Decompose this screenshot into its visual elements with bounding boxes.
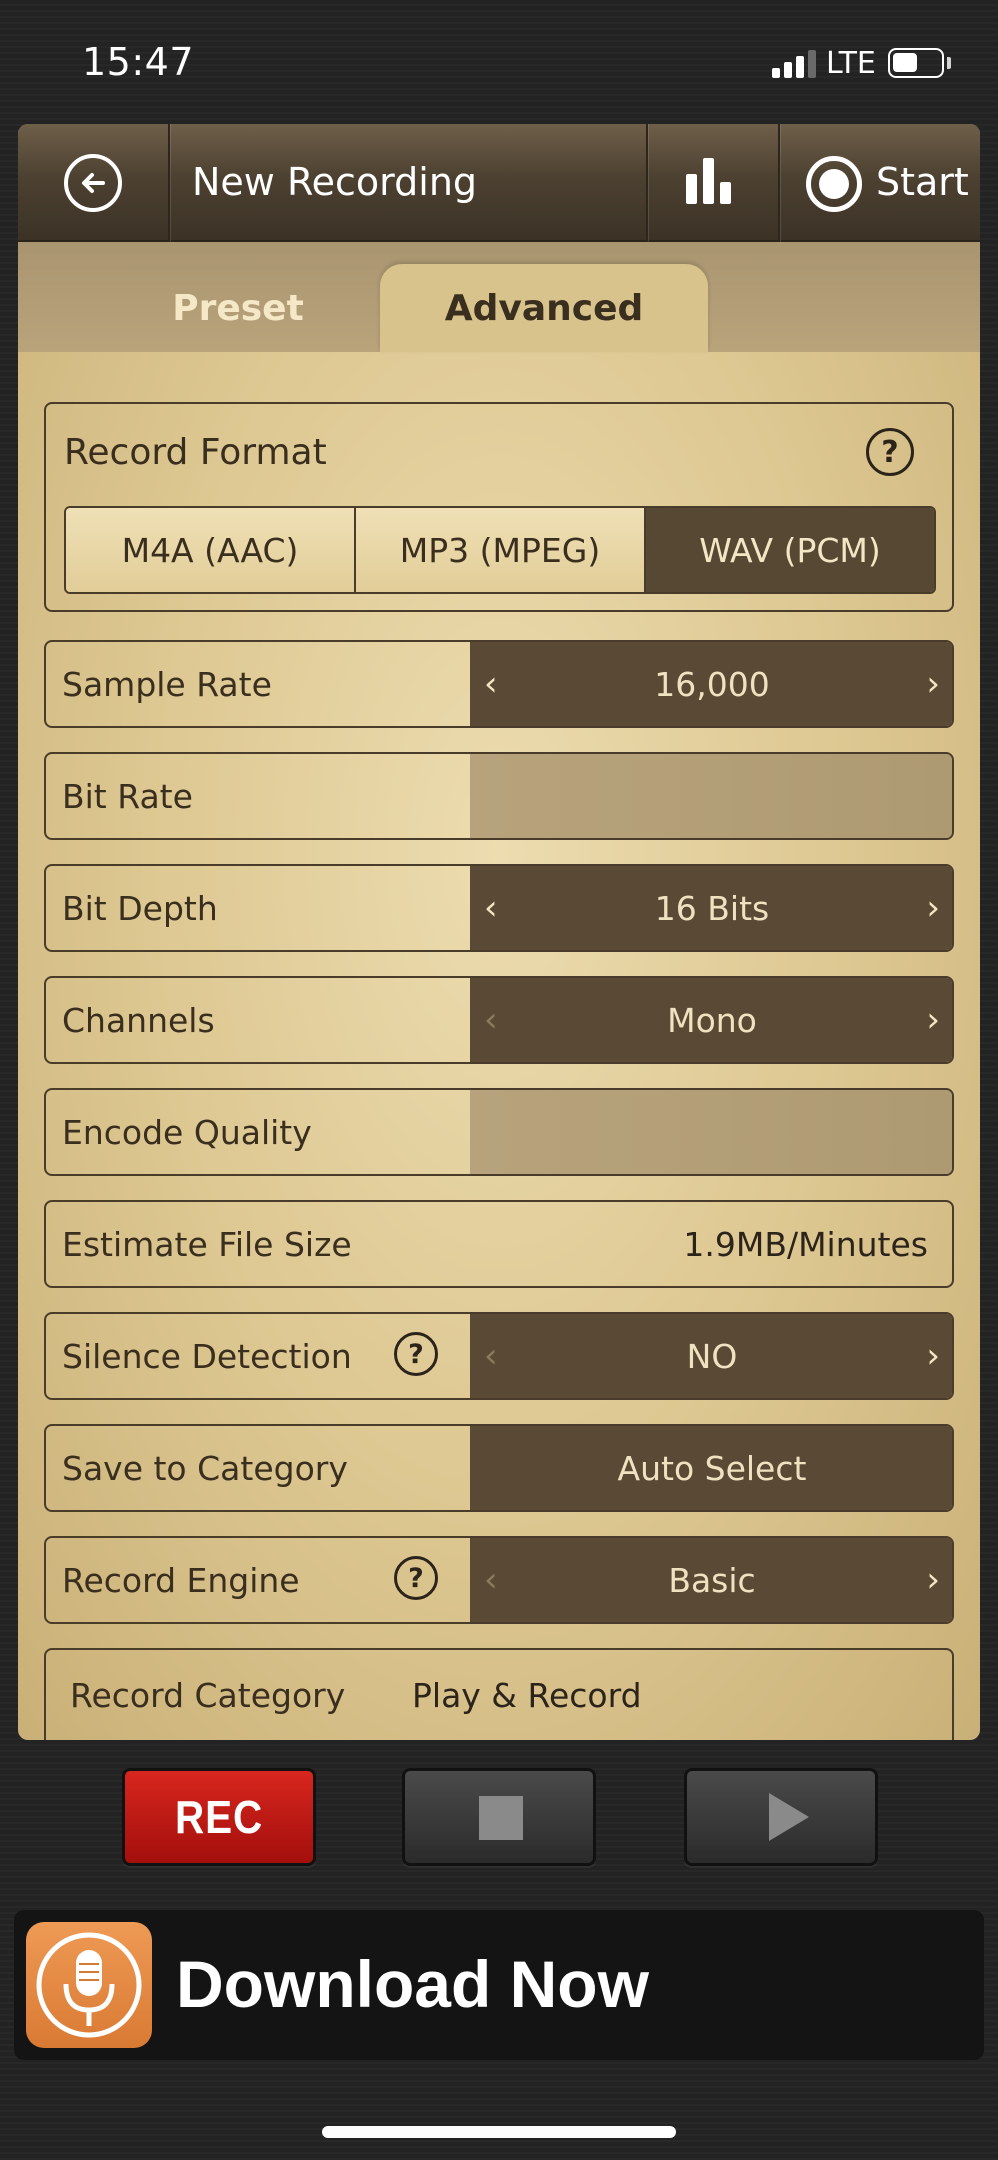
rec-button[interactable]: REC — [122, 1768, 316, 1866]
start-button[interactable]: Start — [778, 124, 980, 242]
signal-strength-icon — [772, 50, 816, 78]
silence-detection-label: Silence Detection — [62, 1336, 352, 1376]
encode-quality-row: Encode Quality — [44, 1088, 954, 1176]
bit-depth-stepper: 16 Bits ‹ › — [470, 866, 952, 950]
back-button[interactable] — [18, 124, 168, 242]
record-format-label: Record Format — [64, 432, 327, 473]
levels-button[interactable] — [648, 124, 778, 242]
record-category-label: Record Category — [70, 1675, 346, 1715]
record-format-selector: M4A (AAC) MP3 (MPEG) WAV (PCM) — [64, 506, 936, 594]
nav-separator — [168, 124, 170, 242]
encode-quality-value — [470, 1090, 952, 1174]
encode-quality-label: Encode Quality — [62, 1112, 312, 1152]
tab-strip: Preset Advanced — [18, 242, 980, 352]
channels-label: Channels — [62, 1000, 215, 1040]
chevron-left-icon[interactable]: ‹ — [484, 1563, 498, 1597]
save-to-category-value: Auto Select — [617, 1448, 807, 1488]
estimate-file-size-label: Estimate File Size — [62, 1224, 352, 1264]
status-bar: 15:47 LTE — [0, 0, 998, 124]
bit-rate-label: Bit Rate — [62, 776, 193, 816]
help-icon[interactable]: ? — [394, 1332, 438, 1376]
status-time: 15:47 — [82, 40, 195, 84]
ad-download-text: Download Now — [176, 1947, 649, 2021]
save-to-category-label: Save to Category — [62, 1448, 348, 1488]
sample-rate-value: 16,000 — [654, 664, 770, 704]
network-label: LTE — [826, 46, 876, 81]
bit-rate-value — [470, 754, 952, 838]
record-engine-value: Basic — [668, 1560, 756, 1600]
ad-banner[interactable]: Download Now — [14, 1910, 984, 2060]
stop-button[interactable] — [402, 1768, 596, 1866]
format-option-wav[interactable]: WAV (PCM) — [646, 508, 934, 592]
channels-value: Mono — [667, 1000, 757, 1040]
nav-bar: New Recording Start — [18, 124, 980, 242]
record-engine-row: Record Engine ? Basic ‹ › — [44, 1536, 954, 1624]
estimate-file-size-value: 1.9MB/Minutes — [683, 1224, 928, 1264]
record-engine-stepper: Basic ‹ › — [470, 1538, 952, 1622]
save-to-category-row: Save to Category Auto Select — [44, 1424, 954, 1512]
transport-controls: REC — [0, 1740, 998, 1890]
app-frame: New Recording Start Preset Advanced Reco… — [18, 124, 980, 1740]
channels-stepper: Mono ‹ › — [470, 978, 952, 1062]
format-option-mp3[interactable]: MP3 (MPEG) — [356, 508, 646, 592]
stop-icon — [479, 1796, 523, 1840]
rec-label: REC — [174, 1791, 264, 1843]
chevron-right-icon[interactable]: › — [926, 891, 940, 925]
sample-rate-label: Sample Rate — [62, 664, 272, 704]
silence-detection-stepper: NO ‹ › — [470, 1314, 952, 1398]
chevron-right-icon[interactable]: › — [926, 1563, 940, 1597]
help-icon[interactable]: ? — [866, 428, 914, 476]
estimate-file-size-row: Estimate File Size 1.9MB/Minutes — [44, 1200, 954, 1288]
silence-detection-row: Silence Detection ? NO ‹ › — [44, 1312, 954, 1400]
tab-advanced[interactable]: Advanced — [380, 264, 708, 352]
play-button[interactable] — [684, 1768, 878, 1866]
channels-row: Channels Mono ‹ › — [44, 976, 954, 1064]
format-option-m4a[interactable]: M4A (AAC) — [66, 508, 356, 592]
settings-panel: Record Format ? M4A (AAC) MP3 (MPEG) WAV… — [18, 352, 980, 1740]
play-icon — [769, 1793, 809, 1841]
sample-rate-row: Sample Rate 16,000 ‹ › — [44, 640, 954, 728]
battery-tip — [947, 57, 951, 69]
bit-depth-row: Bit Depth 16 Bits ‹ › — [44, 864, 954, 952]
chevron-left-icon[interactable]: ‹ — [484, 891, 498, 925]
chevron-left-icon[interactable]: ‹ — [484, 1339, 498, 1373]
chevron-right-icon[interactable]: › — [926, 1003, 940, 1037]
chevron-left-icon[interactable]: ‹ — [484, 667, 498, 701]
bit-depth-value: 16 Bits — [654, 888, 770, 928]
bit-depth-label: Bit Depth — [62, 888, 218, 928]
record-engine-label: Record Engine — [62, 1560, 300, 1600]
home-indicator[interactable] — [322, 2126, 676, 2138]
record-category-row[interactable]: Record Category Play & Record — [44, 1648, 954, 1740]
record-category-value: Play & Record — [412, 1675, 642, 1715]
back-arrow-icon — [64, 154, 122, 212]
chevron-right-icon[interactable]: › — [926, 667, 940, 701]
start-label: Start — [876, 160, 969, 204]
chevron-right-icon[interactable]: › — [926, 1339, 940, 1373]
microphone-app-icon — [26, 1922, 152, 2048]
battery-icon — [888, 48, 944, 78]
bar-chart-icon — [686, 174, 697, 204]
chevron-left-icon[interactable]: ‹ — [484, 1003, 498, 1037]
bit-rate-row: Bit Rate — [44, 752, 954, 840]
record-circle-icon — [806, 156, 862, 212]
silence-detection-value: NO — [686, 1336, 738, 1376]
sample-rate-stepper: 16,000 ‹ › — [470, 642, 952, 726]
nav-title: New Recording — [192, 160, 478, 204]
help-icon[interactable]: ? — [394, 1556, 438, 1600]
record-format-group: Record Format ? M4A (AAC) MP3 (MPEG) WAV… — [44, 402, 954, 612]
save-to-category-selector[interactable]: Auto Select — [470, 1426, 952, 1510]
tab-preset[interactable]: Preset — [108, 264, 368, 352]
